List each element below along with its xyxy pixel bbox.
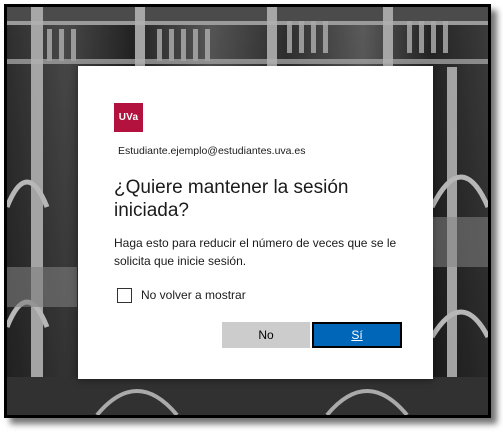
dialog-title: ¿Quiere mantener la sesión iniciada? [114, 177, 349, 221]
no-button[interactable]: No [222, 322, 310, 348]
stay-signed-in-dialog: UVa Estudiante.ejemplo@estudiantes.uva.e… [78, 66, 433, 379]
account-email: Estudiante.ejemplo@estudiantes.uva.es [118, 145, 306, 157]
dialog-description: Haga esto para reducir el número de vece… [114, 236, 397, 268]
yes-button[interactable]: Sí [312, 322, 402, 348]
dont-show-again-option[interactable]: No volver a mostrar [117, 286, 246, 304]
uva-logo: UVa [114, 103, 143, 132]
screenshot-frame: UVa Estudiante.ejemplo@estudiantes.uva.e… [4, 4, 491, 418]
dont-show-again-label: No volver a mostrar [141, 288, 246, 302]
dont-show-again-checkbox[interactable] [117, 287, 132, 303]
